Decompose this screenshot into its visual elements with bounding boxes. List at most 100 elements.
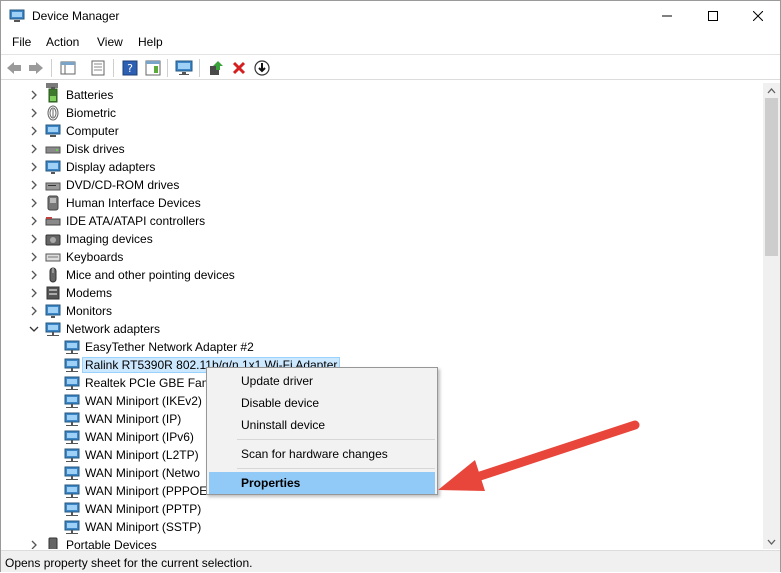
disk-drive-icon — [45, 146, 61, 154]
collapse-chevron-icon[interactable] — [29, 324, 39, 334]
tree-row-keyboards[interactable]: Keyboards — [2, 248, 762, 266]
expand-chevron-icon[interactable] — [29, 144, 39, 154]
tree-row-imaging[interactable]: Imaging devices — [2, 230, 762, 248]
tree-label: WAN Miniport (SSTP) — [85, 520, 202, 534]
scroll-thumb[interactable] — [765, 98, 778, 256]
context-menu: Update driver Disable device Uninstall d… — [206, 367, 438, 495]
device-manager-icon — [9, 9, 25, 22]
action-pane-button[interactable] — [144, 59, 162, 77]
tree-row-disk-drives[interactable]: Disk drives — [2, 140, 762, 158]
tree-row-adapter[interactable]: WAN Miniport (PPTP) — [2, 500, 762, 518]
scan-hardware-button[interactable] — [175, 59, 193, 77]
back-button[interactable] — [5, 59, 23, 77]
network-adapter-icon — [64, 340, 80, 354]
expand-chevron-icon[interactable] — [29, 252, 39, 262]
help-button[interactable]: ? — [121, 59, 139, 77]
expand-chevron-icon[interactable] — [29, 288, 39, 298]
uninstall-device-button[interactable] — [230, 59, 248, 77]
show-hide-console-tree-button[interactable] — [59, 59, 77, 77]
back-icon — [7, 62, 21, 74]
computer-monitor-icon — [175, 60, 193, 75]
forward-button[interactable] — [27, 59, 45, 77]
network-adapter-icon — [45, 322, 61, 336]
tree-row-computer[interactable]: Computer — [2, 122, 762, 140]
update-driver-button[interactable] — [207, 59, 225, 77]
menu-item-scan-hardware[interactable]: Scan for hardware changes — [209, 443, 435, 465]
scroll-up-button[interactable] — [763, 83, 780, 98]
expand-chevron-icon[interactable] — [29, 90, 39, 100]
tree-row-monitors[interactable]: Monitors — [2, 302, 762, 320]
menu-item-uninstall-device[interactable]: Uninstall device — [209, 414, 435, 436]
tree-row-ide-controllers[interactable]: IDE ATA/ATAPI controllers — [2, 212, 762, 230]
expand-chevron-icon[interactable] — [29, 108, 39, 118]
maximize-button[interactable] — [690, 1, 736, 31]
expand-chevron-icon[interactable] — [29, 198, 39, 208]
expand-chevron-icon[interactable] — [29, 270, 39, 280]
expand-chevron-icon[interactable] — [29, 216, 39, 226]
svg-text:?: ? — [127, 62, 133, 75]
vertical-scrollbar[interactable] — [763, 83, 780, 549]
status-bar: Opens property sheet for the current sel… — [1, 550, 780, 572]
chevron-up-icon — [767, 87, 776, 93]
tree-row-adapter[interactable]: WAN Miniport (SSTP) — [2, 518, 762, 536]
tree-label: Display adapters — [66, 160, 156, 174]
menu-separator — [237, 468, 435, 469]
minimize-button[interactable] — [644, 1, 690, 31]
toolbar-separator — [167, 59, 168, 77]
close-icon — [753, 11, 763, 21]
expand-chevron-icon[interactable] — [29, 126, 39, 136]
computer-icon — [45, 124, 61, 137]
network-adapter-icon — [64, 520, 80, 534]
tree-label: Monitors — [66, 304, 113, 318]
network-adapter-icon — [64, 358, 80, 372]
menu-item-label: Scan for hardware changes — [241, 447, 388, 461]
menu-action[interactable]: Action — [46, 35, 79, 49]
menu-help[interactable]: Help — [138, 35, 163, 49]
menu-file[interactable]: File — [12, 35, 31, 49]
menu-item-properties[interactable]: Properties — [209, 472, 435, 494]
network-adapter-icon — [64, 466, 80, 480]
expand-chevron-icon[interactable] — [29, 540, 39, 549]
display-adapter-icon — [45, 160, 61, 174]
toolbar-separator — [199, 59, 200, 77]
portable-device-icon — [48, 537, 58, 549]
menu-item-label: Disable device — [241, 396, 320, 410]
menu-item-label: Uninstall device — [241, 418, 326, 432]
tree-label: DVD/CD-ROM drives — [66, 178, 180, 192]
tree-row-biometric[interactable]: Biometric — [2, 104, 762, 122]
toolbar-separator — [51, 59, 52, 77]
tree-row-portable-devices[interactable]: Portable Devices — [2, 536, 762, 549]
tree-row-modems[interactable]: Modems — [2, 284, 762, 302]
help-icon: ? — [122, 60, 138, 76]
scroll-down-button[interactable] — [763, 534, 780, 549]
close-button[interactable] — [735, 1, 781, 31]
menu-item-disable-device[interactable]: Disable device — [209, 392, 435, 414]
mouse-icon — [49, 267, 57, 283]
network-adapter-icon — [64, 412, 80, 426]
device-manager-window: Device Manager File Action View Help ? B… — [0, 0, 781, 572]
tree-row-batteries[interactable]: Batteries — [2, 86, 762, 104]
properties-sheet-icon — [60, 61, 76, 75]
expand-chevron-icon[interactable] — [29, 306, 39, 316]
tree-label: Portable Devices — [66, 538, 157, 549]
menu-view[interactable]: View — [97, 35, 123, 49]
status-text: Opens property sheet for the current sel… — [5, 556, 253, 570]
device-list-button[interactable] — [89, 59, 107, 77]
menu-item-update-driver[interactable]: Update driver — [209, 370, 435, 392]
tree-label: WAN Miniport (PPPOE — [85, 484, 208, 498]
tree-label: WAN Miniport (Netwo — [85, 466, 200, 480]
tree-row-mice[interactable]: Mice and other pointing devices — [2, 266, 762, 284]
enable-device-button[interactable] — [253, 59, 271, 77]
expand-chevron-icon[interactable] — [29, 180, 39, 190]
tree-label: Batteries — [66, 88, 114, 102]
tree-row-hid[interactable]: Human Interface Devices — [2, 194, 762, 212]
tree-row-dvd-drives[interactable]: DVD/CD-ROM drives — [2, 176, 762, 194]
tree-row-adapter[interactable]: EasyTether Network Adapter #2 — [2, 338, 762, 356]
tree-row-network-adapters[interactable]: Network adapters — [2, 320, 762, 338]
expand-chevron-icon[interactable] — [29, 234, 39, 244]
expand-chevron-icon[interactable] — [29, 162, 39, 172]
network-adapter-icon — [64, 484, 80, 498]
device-list-icon — [91, 60, 105, 76]
chevron-down-icon — [767, 539, 776, 545]
tree-row-display-adapters[interactable]: Display adapters — [2, 158, 762, 176]
